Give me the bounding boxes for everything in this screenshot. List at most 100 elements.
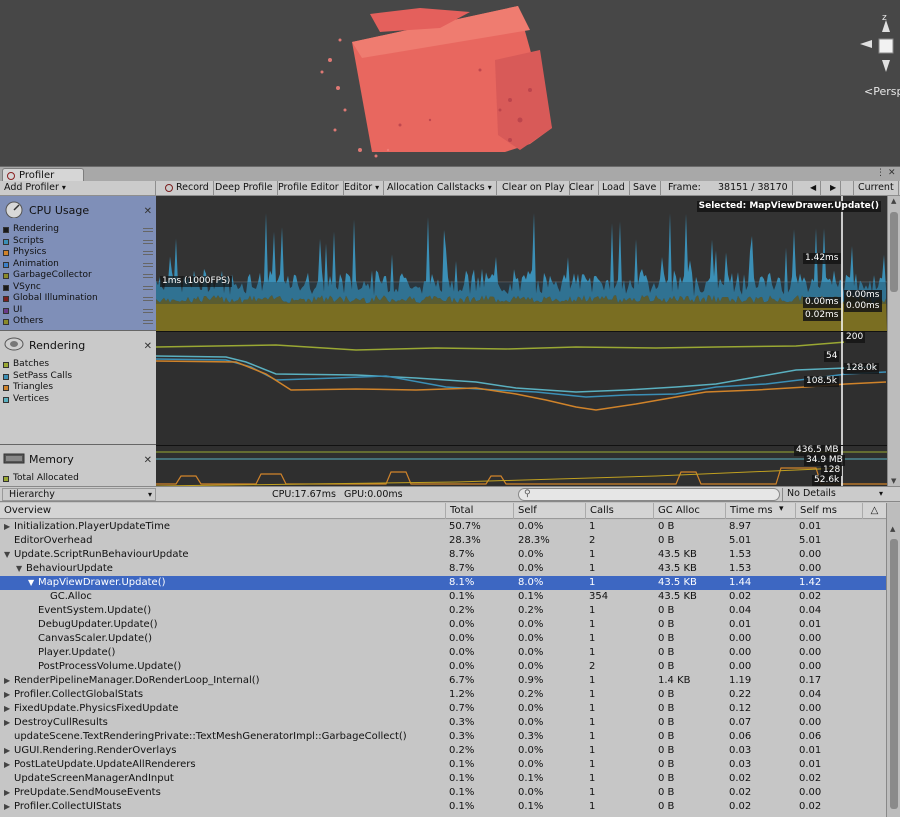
table-row[interactable]: UpdateScreenManagerAndInput 0.1% 0.1% 1 0 B 0… — [0, 772, 886, 786]
expanded-arrow-icon[interactable]: ▼ — [28, 576, 34, 590]
collapsed-arrow-icon[interactable]: ▶ — [4, 702, 10, 716]
record-button[interactable]: Record — [162, 181, 214, 196]
cpu-graph[interactable]: Selected: MapViewDrawer.Update() 1ms (10… — [156, 196, 887, 331]
table-row[interactable]: ▼ BehaviourUpdate 8.7% 0.0% 1 43.5 KB 1.53 0.00 — [0, 562, 886, 576]
cpu-legend-item[interactable]: Rendering — [0, 224, 156, 236]
memory-legend-item[interactable]: Total Allocated — [0, 473, 156, 485]
scroll-up-icon[interactable]: ▲ — [890, 525, 895, 533]
load-button[interactable]: Load — [598, 181, 630, 196]
graphs-scroll-thumb[interactable] — [890, 212, 898, 292]
legend-color-swatch[interactable] — [3, 362, 9, 368]
next-frame-icon[interactable]: ▶ — [826, 181, 842, 196]
cpu-legend-item[interactable]: Others — [0, 316, 156, 328]
drag-handle-icon[interactable] — [143, 251, 153, 255]
table-row[interactable]: EditorOverhead 28.3% 28.3% 2 0 B 5.01 5.01 — [0, 534, 886, 548]
column-header-gc-alloc[interactable]: GC Alloc — [653, 503, 725, 519]
legend-color-swatch[interactable] — [3, 385, 9, 391]
collapsed-arrow-icon[interactable]: ▶ — [4, 716, 10, 730]
cpu-legend-item[interactable]: Global Illumination — [0, 293, 156, 305]
hierarchy-table-body[interactable]: ▶ Initialization.PlayerUpdateTime 50.7% 0.0… — [0, 520, 886, 817]
scroll-up-icon[interactable]: ▲ — [891, 197, 896, 205]
legend-color-swatch[interactable] — [3, 273, 9, 279]
graphs-scrollbar[interactable]: ▲ ▼ — [887, 196, 900, 486]
collapsed-arrow-icon[interactable]: ▶ — [4, 674, 10, 688]
drag-handle-icon[interactable] — [143, 228, 153, 232]
table-row[interactable]: ▶ UGUI.Rendering.RenderOverlays 0.2% 0.0% 1 0… — [0, 744, 886, 758]
legend-color-swatch[interactable] — [3, 307, 9, 314]
save-button[interactable]: Save — [629, 181, 662, 196]
legend-color-swatch[interactable] — [3, 396, 9, 403]
previous-frame-icon[interactable]: ◀ — [806, 181, 822, 196]
scroll-down-icon[interactable]: ▼ — [891, 477, 896, 485]
table-row[interactable]: GC.Alloc 0.1% 0.1% 354 43.5 KB 0.02 0.02 — [0, 590, 886, 604]
clear-on-play-button[interactable]: Clear on Play — [498, 181, 570, 196]
close-module-icon[interactable]: ✕ — [144, 332, 152, 362]
column-header-calls[interactable]: Calls — [585, 503, 653, 519]
cpu-legend-item[interactable]: Animation — [0, 259, 156, 271]
column-header-self-ms[interactable]: Self ms — [795, 503, 862, 519]
legend-color-swatch[interactable] — [3, 319, 9, 325]
rendering-legend-item[interactable]: Vertices — [0, 394, 156, 406]
drag-handle-icon[interactable] — [143, 297, 153, 301]
cpu-legend-item[interactable]: GarbageCollector — [0, 270, 156, 282]
table-row[interactable]: updateScene.TextRenderingPrivate::TextMe… — [0, 730, 886, 744]
table-row[interactable]: Player.Update() 0.0% 0.0% 1 0 B 0.00 0.00 — [0, 646, 886, 660]
legend-color-swatch[interactable] — [3, 373, 9, 380]
legend-color-swatch[interactable] — [3, 284, 9, 291]
cpu-legend-item[interactable]: VSync — [0, 282, 156, 294]
drag-handle-icon[interactable] — [143, 239, 153, 244]
rendering-module[interactable]: Rendering ✕ Batches SetPass Calls Triangle… — [0, 331, 156, 445]
table-row[interactable]: CanvasScaler.Update() 0.0% 0.0% 1 0 B 0.00 0.0… — [0, 632, 886, 646]
column-header-self[interactable]: Self — [513, 503, 585, 519]
menu-icon[interactable]: ⋮ — [876, 168, 885, 178]
drag-handle-icon[interactable] — [143, 262, 153, 267]
expanded-arrow-icon[interactable]: ▼ — [4, 548, 10, 562]
profile-editor-button[interactable]: Profile Editor — [274, 181, 344, 196]
table-row[interactable]: PostProcessVolume.Update() 0.0% 0.0% 2 0 B 0.… — [0, 660, 886, 674]
legend-color-swatch[interactable] — [3, 238, 9, 245]
table-row[interactable]: DebugUpdater.Update() 0.0% 0.0% 1 0 B 0.01 0.0… — [0, 618, 886, 632]
rendering-legend-item[interactable]: Triangles — [0, 382, 156, 394]
drag-handle-icon[interactable] — [143, 285, 153, 290]
allocation-callstacks-dropdown[interactable]: Allocation Callstacks — [383, 181, 497, 196]
table-row[interactable]: ▶ Profiler.CollectUIStats 0.1% 0.1% 1 0 B 0.02… — [0, 800, 886, 814]
tab-profiler[interactable]: Profiler — [2, 168, 84, 182]
deep-profile-button[interactable]: Deep Profile — [211, 181, 278, 196]
legend-color-swatch[interactable] — [3, 261, 9, 268]
table-row[interactable]: ▼ Update.ScriptRunBehaviourUpdate 8.7% 0.0%… — [0, 548, 886, 562]
memory-module[interactable]: Memory ✕ Total Allocated — [0, 445, 156, 486]
table-row[interactable]: ▶ Initialization.PlayerUpdateTime 50.7% 0.0… — [0, 520, 886, 534]
cpu-legend-item[interactable]: Physics — [0, 247, 156, 259]
target-editor-dropdown[interactable]: Editor — [340, 181, 385, 196]
collapsed-arrow-icon[interactable]: ▶ — [4, 786, 10, 800]
table-scroll-thumb[interactable] — [890, 539, 898, 809]
drag-handle-icon[interactable] — [143, 274, 153, 278]
legend-color-swatch[interactable] — [3, 296, 9, 302]
table-row[interactable]: ▶ PreUpdate.SendMouseEvents 0.1% 0.0% 1 0 B 0.… — [0, 786, 886, 800]
table-row[interactable]: ▶ RenderPipelineManager.DoRenderLoop_Inte… — [0, 674, 886, 688]
cpu-module[interactable]: CPU Usage ✕ Rendering Scripts Physics Anima… — [0, 196, 156, 331]
drag-handle-icon[interactable] — [143, 308, 153, 313]
search-input[interactable]: ⚲ — [518, 488, 780, 501]
collapsed-arrow-icon[interactable]: ▶ — [4, 758, 10, 772]
rendering-legend-item[interactable]: SetPass Calls — [0, 371, 156, 383]
table-row[interactable]: ▶ FixedUpdate.PhysicsFixedUpdate 0.7% 0.0% 1… — [0, 702, 886, 716]
close-module-icon[interactable]: ✕ — [144, 446, 152, 476]
column-header-total[interactable]: Total — [445, 503, 513, 519]
table-row[interactable]: ▶ PostLateUpdate.UpdateAllRenderers 0.1% 0.… — [0, 758, 886, 772]
close-module-icon[interactable]: ✕ — [144, 197, 152, 227]
profiler-graphs[interactable]: Selected: MapViewDrawer.Update() 1ms (10… — [156, 196, 887, 486]
cpu-legend-item[interactable]: UI — [0, 305, 156, 317]
rendering-legend-item[interactable]: Batches — [0, 359, 156, 371]
details-dropdown[interactable]: No Details — [782, 488, 886, 501]
perspective-label[interactable]: <Persp — [864, 85, 900, 98]
legend-color-swatch[interactable] — [3, 250, 9, 256]
rendering-graph[interactable]: 200 54 128.0k 108.5k — [156, 331, 887, 446]
current-frame-button[interactable]: Current — [853, 181, 899, 196]
warning-column-icon[interactable]: △ — [862, 503, 886, 519]
scene-view[interactable]: z <Persp — [0, 0, 900, 166]
view-type-dropdown[interactable]: Hierarchy — [2, 488, 156, 501]
legend-color-swatch[interactable] — [3, 476, 9, 482]
table-scrollbar[interactable]: ▲ — [886, 503, 900, 817]
clear-button[interactable]: Clear — [565, 181, 599, 196]
